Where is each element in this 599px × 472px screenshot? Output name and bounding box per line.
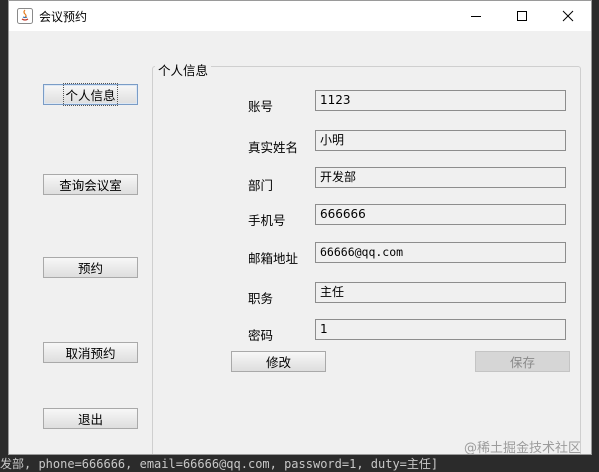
sidebar-button-label: 查询会议室 xyxy=(59,178,122,193)
sidebar-button-label: 预约 xyxy=(77,261,103,276)
phone-label: 手机号 xyxy=(248,213,286,228)
close-icon xyxy=(562,10,574,22)
watermark: @稀土掘金技术社区 xyxy=(464,441,582,456)
sidebar-button-exit[interactable]: 退出 xyxy=(43,408,138,429)
title-bar: 会议预约 xyxy=(9,1,591,31)
window-title: 会议预约 xyxy=(39,10,88,24)
account-label: 账号 xyxy=(248,99,274,114)
sidebar-button-label: 取消预约 xyxy=(65,346,116,361)
real-name-label: 真实姓名 xyxy=(248,140,299,155)
sidebar-button-reserve[interactable]: 预约 xyxy=(43,257,138,278)
real-name-field[interactable]: 小明 xyxy=(315,130,566,151)
duty-field[interactable]: 主任 xyxy=(315,282,566,303)
java-app-icon xyxy=(17,8,33,24)
password-field[interactable]: 1 xyxy=(315,319,566,340)
department-label: 部门 xyxy=(248,178,274,193)
minimize-icon xyxy=(471,16,481,17)
save-button[interactable]: 保存 xyxy=(475,351,570,372)
password-label: 密码 xyxy=(248,328,274,343)
panel-title: 个人信息 xyxy=(155,60,212,79)
sidebar-button-query-rooms[interactable]: 查询会议室 xyxy=(43,174,138,195)
close-button[interactable] xyxy=(545,1,591,31)
background-console-text: 发部, phone=666666, email=66666@qq.com, pa… xyxy=(0,457,439,471)
edit-button[interactable]: 修改 xyxy=(231,351,326,372)
sidebar-button-personal-info[interactable]: 个人信息 xyxy=(43,83,138,106)
minimize-button[interactable] xyxy=(453,1,499,31)
phone-field[interactable]: 666666 xyxy=(315,204,566,225)
sidebar-button-label: 个人信息 xyxy=(63,83,118,106)
app-window: 会议预约 个人信息 查询会议室 预约 取消预约 退出 个人信息 账号 1123 … xyxy=(8,0,592,455)
save-button-label: 保存 xyxy=(509,355,535,370)
sidebar-button-label: 退出 xyxy=(77,412,103,427)
maximize-icon xyxy=(517,11,527,21)
maximize-button[interactable] xyxy=(499,1,545,31)
email-field[interactable]: 66666@qq.com xyxy=(315,242,566,263)
sidebar-button-cancel-reservation[interactable]: 取消预约 xyxy=(43,342,138,363)
account-field[interactable]: 1123 xyxy=(315,90,566,111)
department-field[interactable]: 开发部 xyxy=(315,167,566,188)
email-label: 邮箱地址 xyxy=(248,251,299,266)
edit-button-label: 修改 xyxy=(265,355,291,370)
duty-label: 职务 xyxy=(248,291,274,306)
